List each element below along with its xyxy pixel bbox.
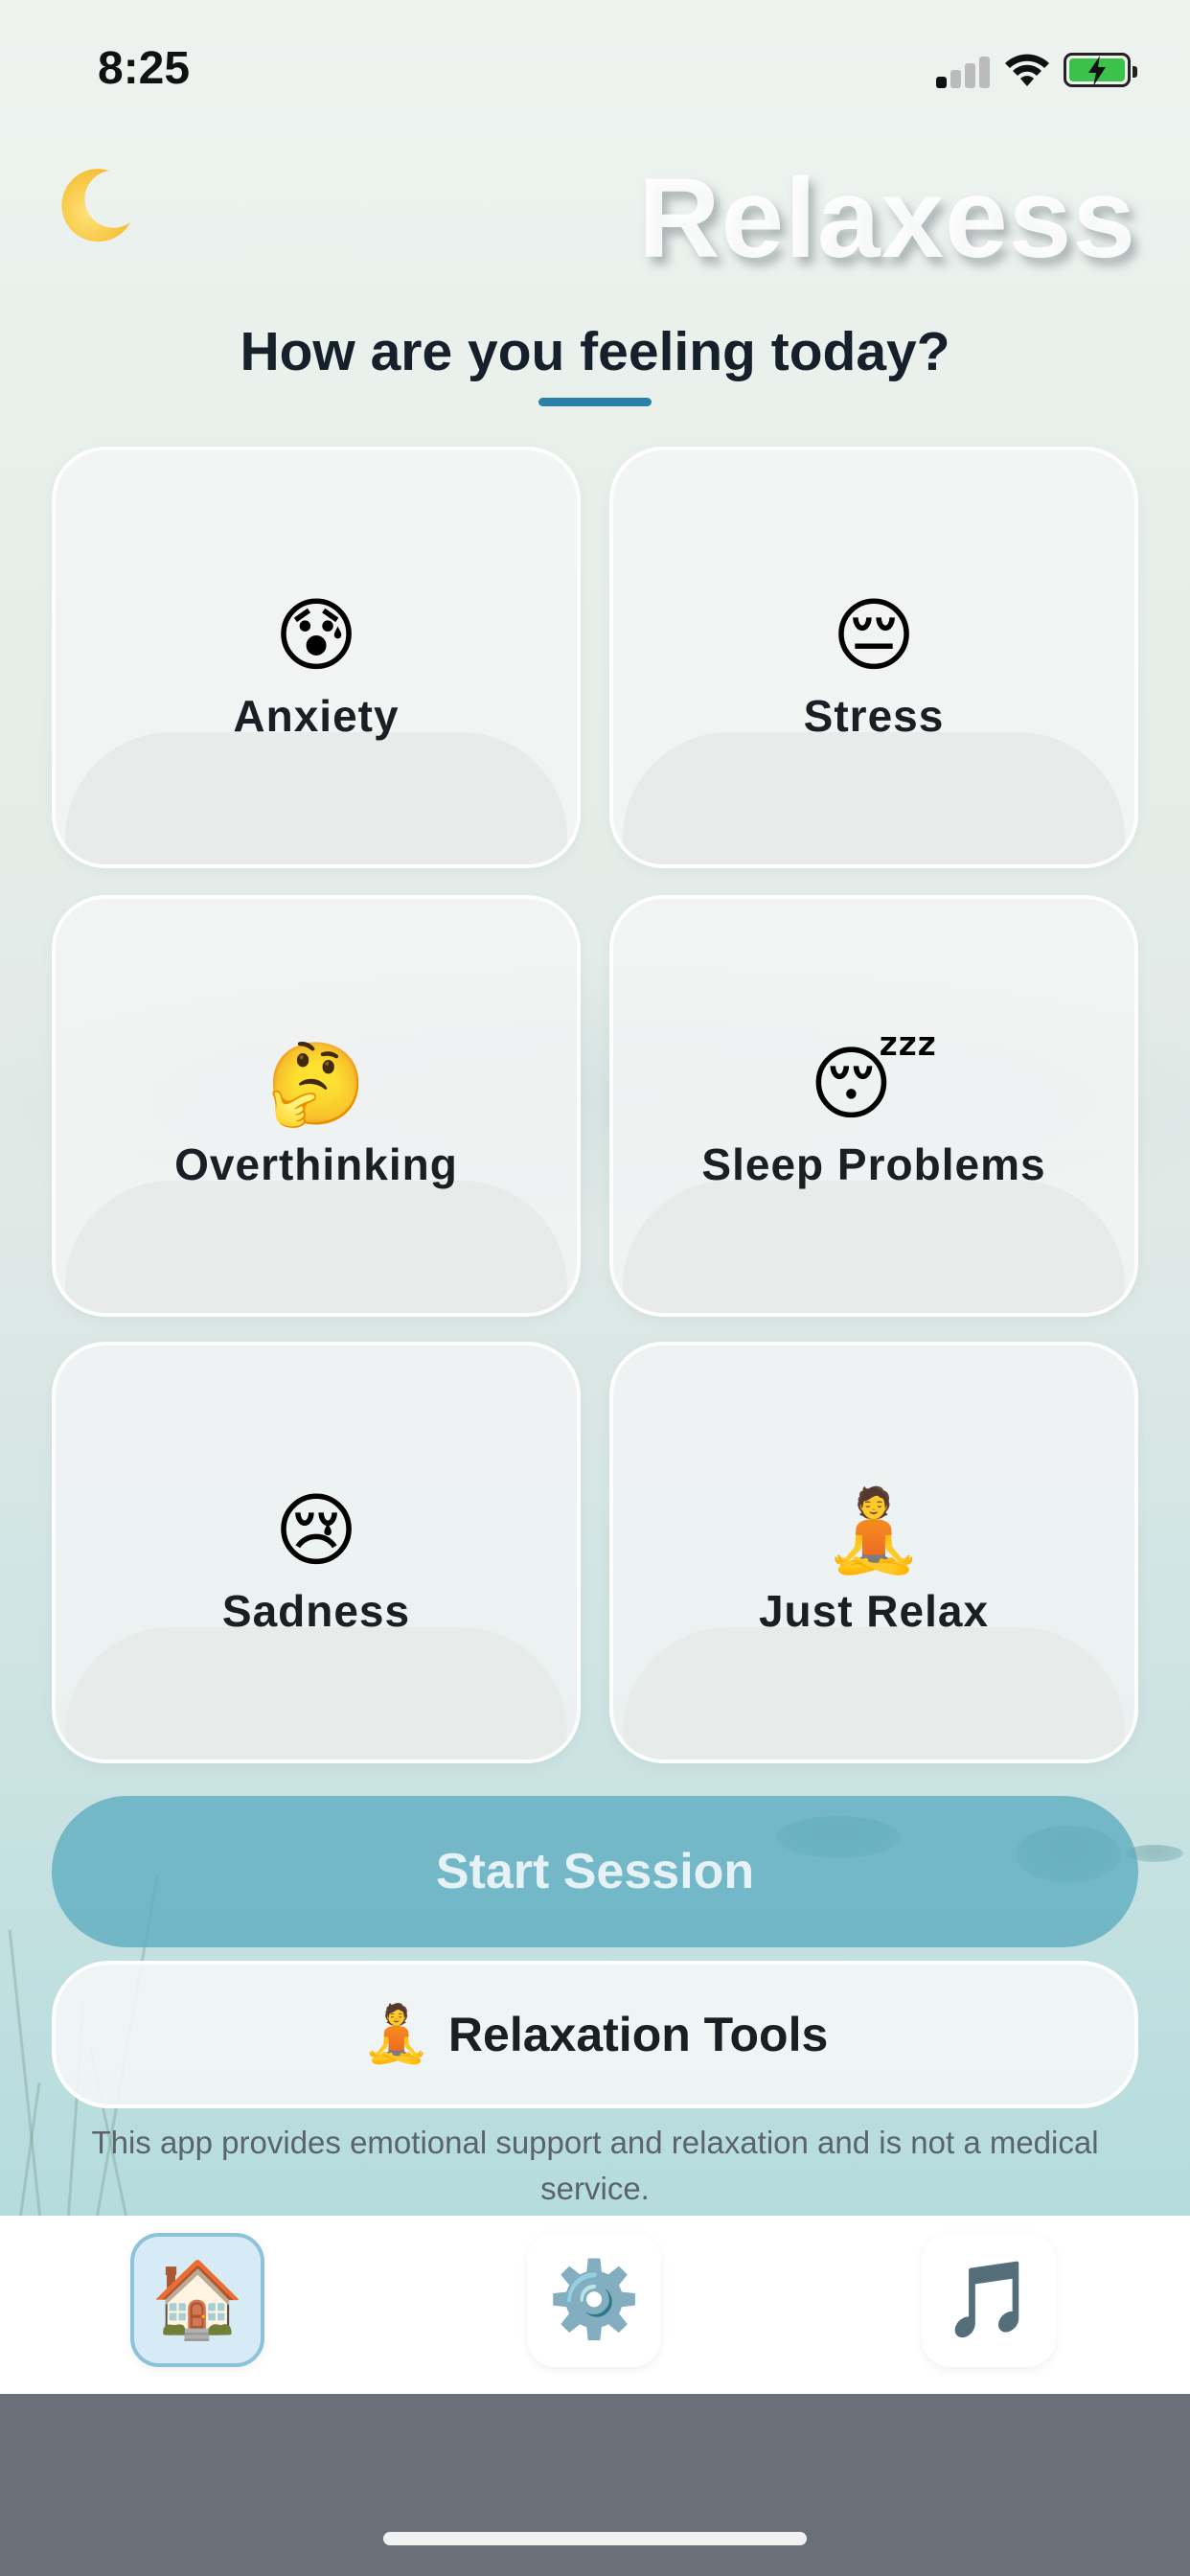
card-decoration: [65, 732, 567, 864]
tab-bar: 🏠 ⚙️ 🎵: [0, 2216, 1190, 2394]
tab-settings[interactable]: ⚙️: [527, 2233, 661, 2367]
card-decoration: [623, 732, 1125, 864]
meditation-icon: 🧘: [823, 1485, 925, 1576]
pensive-face-icon: 😔: [832, 590, 916, 680]
disclaimer-text: This app provides emotional support and …: [91, 2125, 1099, 2206]
title-underline: [538, 398, 652, 406]
tab-music[interactable]: 🎵: [922, 2233, 1056, 2367]
wifi-icon: [1004, 52, 1050, 93]
cellular-signal-icon: [936, 56, 992, 88]
card-decoration: [623, 1181, 1125, 1313]
card-decoration: [65, 1627, 567, 1760]
sleeping-face-icon: 😴: [809, 1039, 939, 1129]
gear-icon: ⚙️: [547, 2257, 641, 2341]
home-indicator[interactable]: [383, 2532, 807, 2545]
start-session-button[interactable]: Start Session: [52, 1796, 1138, 1947]
page-title: How are you feeling today?: [240, 321, 950, 382]
music-note-icon: 🎵: [942, 2257, 1036, 2341]
anxious-face-icon: 😰: [274, 590, 358, 680]
mood-label: Sadness: [221, 1586, 411, 1636]
battery-icon: [1064, 53, 1137, 87]
mood-label: Just Relax: [758, 1586, 990, 1636]
mood-card-anxiety[interactable]: 😰 Anxiety: [52, 447, 581, 868]
status-time: 8:25: [98, 43, 191, 94]
mood-label: Sleep Problems: [701, 1139, 1046, 1189]
tab-home[interactable]: 🏠: [130, 2233, 264, 2367]
crescent-moon-icon[interactable]: [50, 163, 136, 249]
thinking-face-icon: 🤔: [265, 1039, 367, 1129]
app-title: Relaxess: [638, 155, 1136, 282]
status-bar: 8:25: [0, 0, 1190, 144]
card-decoration: [65, 1181, 567, 1313]
mood-card-just-relax[interactable]: 🧘 Just Relax: [609, 1342, 1138, 1763]
mood-card-sadness[interactable]: 😢 Sadness: [52, 1342, 581, 1763]
crying-face-icon: 😢: [274, 1485, 358, 1576]
mood-label: Overthinking: [174, 1139, 458, 1189]
bottom-safe-area: [0, 2394, 1190, 2576]
mood-label: Anxiety: [233, 691, 400, 741]
relaxation-tools-button[interactable]: 🧘 Relaxation Tools: [52, 1961, 1138, 2108]
mood-card-overthinking[interactable]: 🤔 Overthinking: [52, 895, 581, 1317]
relaxation-tools-label: Relaxation Tools: [447, 2008, 829, 2061]
mood-card-sleep-problems[interactable]: 😴 Sleep Problems: [609, 895, 1138, 1317]
home-icon: 🏠: [150, 2257, 244, 2341]
mood-label: Stress: [803, 691, 945, 741]
meditation-icon: 🧘: [361, 2003, 431, 2065]
mood-card-stress[interactable]: 😔 Stress: [609, 447, 1138, 868]
card-decoration: [623, 1627, 1125, 1760]
